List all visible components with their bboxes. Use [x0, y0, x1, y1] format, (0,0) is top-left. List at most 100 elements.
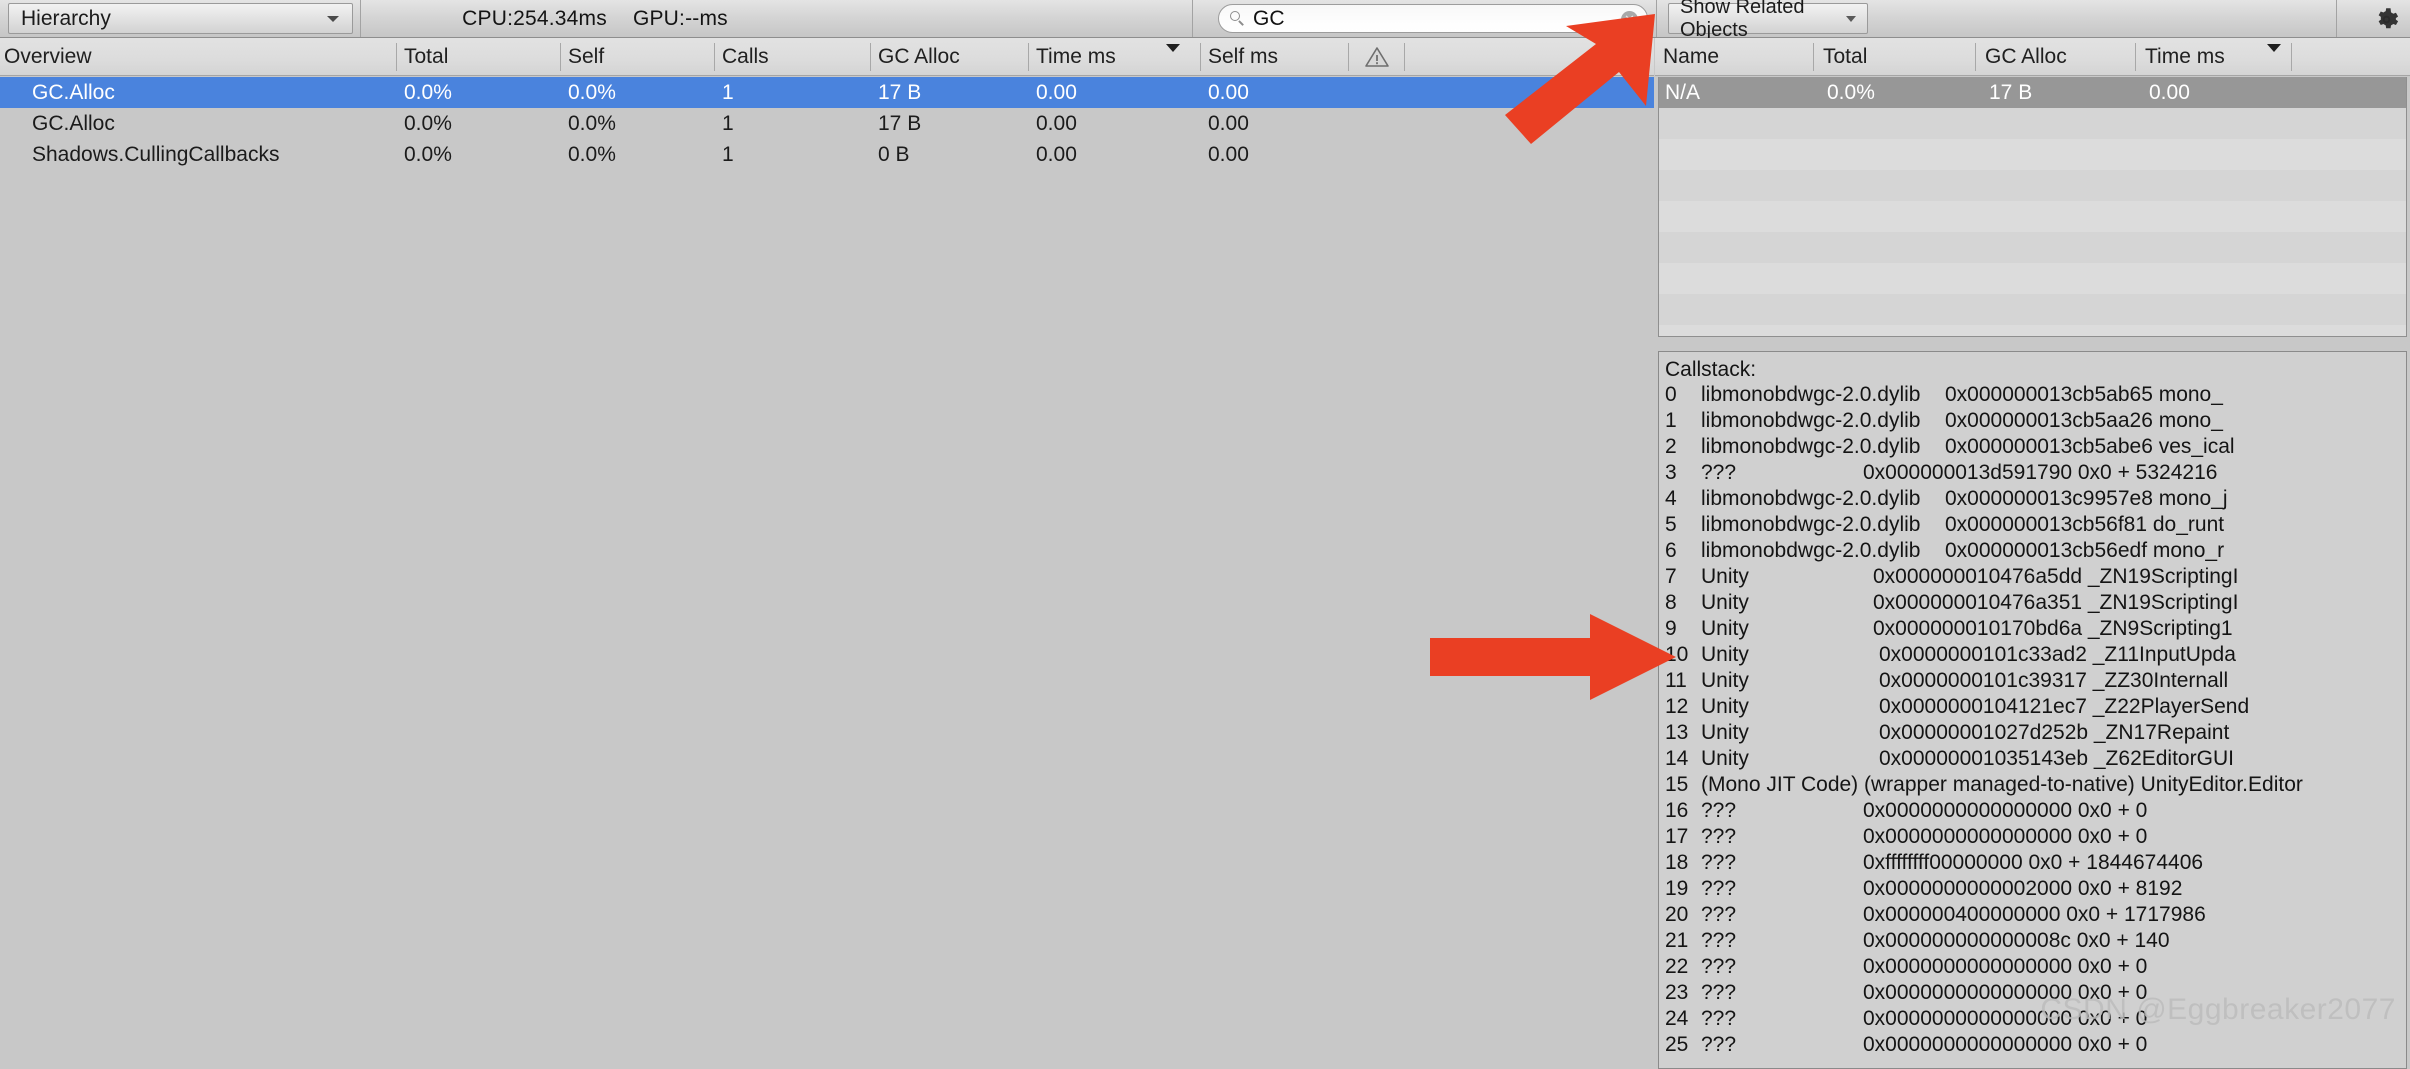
frame-index: 10 — [1665, 643, 1689, 666]
frame-index: 24 — [1665, 1007, 1689, 1030]
callstack-frame: 20??? 0x000000400000000 0x0 + 1717986 — [1665, 903, 2406, 929]
frame-address: 0x0000000000002000 0x0 + 8192 — [1863, 877, 2183, 900]
column-divider[interactable] — [714, 43, 715, 71]
frame-address: 0x0000000000000000 0x0 + 0 — [1863, 1033, 2148, 1056]
frame-index: 13 — [1665, 721, 1689, 744]
callstack-title: Callstack: — [1665, 358, 1757, 381]
column-header-gc-alloc[interactable]: GC Alloc — [1985, 45, 2067, 69]
sort-descending-icon[interactable] — [1166, 44, 1180, 52]
frame-index: 5 — [1665, 513, 1677, 536]
related-row-total: 0.0% — [1827, 81, 1875, 104]
watermark: CSDN @Eggbreaker2077 — [2040, 993, 2396, 1026]
frame-index: 22 — [1665, 955, 1689, 978]
frame-module: ??? — [1701, 1033, 1737, 1056]
callstack-frame: 19??? 0x0000000000002000 0x0 + 8192 — [1665, 877, 2406, 903]
column-divider[interactable] — [1348, 43, 1349, 71]
frame-index: 11 — [1665, 669, 1687, 692]
row-self: 0.0% — [568, 112, 616, 135]
frame-address: 0x000000010476a5dd _ZN19ScriptingI — [1873, 565, 2239, 588]
column-divider[interactable] — [396, 43, 397, 71]
frame-index: 9 — [1665, 617, 1677, 640]
frame-index: 0 — [1665, 383, 1677, 406]
gpu-time-label: GPU:--ms — [632, 6, 728, 30]
frame-module: ??? — [1701, 955, 1737, 978]
frame-module: libmonobdwgc-2.0.dylib — [1701, 513, 1921, 536]
column-header-calls[interactable]: Calls — [722, 45, 769, 69]
callstack-frame: 3??? 0x000000013d591790 0x0 + 5324216 — [1665, 461, 2406, 487]
table-row[interactable]: Shadows.CullingCallbacks 0.0% 0.0% 1 0 B… — [0, 139, 1654, 170]
hierarchy-rows: GC.Alloc 0.0% 0.0% 1 17 B 0.00 0.00 GC.A… — [0, 77, 1654, 170]
column-header-time-ms[interactable]: Time ms — [2145, 45, 2225, 69]
column-divider[interactable] — [1975, 43, 1976, 71]
column-divider[interactable] — [560, 43, 561, 71]
frame-index: 15 — [1665, 773, 1689, 796]
frame-address: 0x000000400000000 0x0 + 1717986 — [1863, 903, 2206, 926]
frame-module: ??? — [1701, 799, 1737, 822]
column-header-self-ms[interactable]: Self ms — [1208, 45, 1278, 69]
row-name: Shadows.CullingCallbacks — [32, 143, 280, 166]
frame-address: 0x000000013d591790 0x0 + 5324216 — [1863, 461, 2218, 484]
row-gc-alloc: 17 B — [878, 81, 922, 104]
row-self-ms: 0.00 — [1208, 112, 1249, 135]
column-header-time-ms[interactable]: Time ms — [1036, 45, 1116, 69]
frame-index: 16 — [1665, 799, 1689, 822]
column-divider[interactable] — [870, 43, 871, 71]
callstack-frame: 11 Unity 0x0000000101c39317 _ZZ30Internall — [1665, 669, 2406, 695]
frame-index: 4 — [1665, 487, 1677, 510]
callstack-frame: 4 libmonobdwgc-2.0.dylib 0x000000013c9957e… — [1665, 487, 2406, 513]
sort-descending-icon[interactable] — [2267, 44, 2281, 52]
frame-index: 18 — [1665, 851, 1689, 874]
gear-icon[interactable] — [2373, 6, 2400, 33]
callstack-frame: 7 Unity 0x000000010476a5dd _ZN19ScriptingI — [1665, 565, 2406, 591]
show-related-objects-dropdown[interactable]: Show Related Objects — [1668, 0, 1868, 41]
search-input[interactable]: GC — [1253, 7, 1285, 31]
frame-module: ??? — [1701, 903, 1737, 926]
row-self-ms: 0.00 — [1208, 143, 1249, 166]
column-divider[interactable] — [1813, 43, 1814, 71]
unity-profiler-window: CPU:254.34ms GPU:--ms Hierarchy GC ✕ Sho… — [0, 0, 2410, 1069]
frame-address: 0x000000000000008c 0x0 + 140 — [1863, 929, 2170, 952]
hierarchy-column-headers: Overview Total Self Calls GC Alloc Time … — [0, 38, 1654, 76]
related-objects-panel: Name Total GC Alloc Time ms N/A 0.0% 17 … — [1655, 38, 2410, 1069]
column-divider[interactable] — [2135, 43, 2136, 71]
callstack-frame: 2 libmonobdwgc-2.0.dylib 0x000000013cb5abe… — [1665, 435, 2406, 461]
table-row[interactable]: GC.Alloc 0.0% 0.0% 1 17 B 0.00 0.00 — [0, 77, 1654, 108]
warning-icon[interactable] — [1364, 46, 1390, 68]
table-row[interactable]: GC.Alloc 0.0% 0.0% 1 17 B 0.00 0.00 — [0, 108, 1654, 139]
callstack-frame: 1 libmonobdwgc-2.0.dylib 0x000000013cb5aa2… — [1665, 409, 2406, 435]
column-divider[interactable] — [1404, 43, 1405, 71]
frame-module: ??? — [1701, 877, 1737, 900]
row-gc-alloc: 0 B — [878, 143, 910, 166]
hierarchy-panel: Overview Total Self Calls GC Alloc Time … — [0, 38, 1654, 1033]
frame-index: 21 — [1665, 929, 1689, 952]
related-objects-list[interactable]: N/A 0.0% 17 B 0.00 — [1658, 77, 2407, 337]
frame-index: 23 — [1665, 981, 1689, 1004]
row-name: GC.Alloc — [32, 81, 115, 104]
frame-index: 12 — [1665, 695, 1689, 718]
column-header-name[interactable]: Name — [1663, 45, 1719, 69]
column-divider[interactable] — [2291, 43, 2292, 71]
column-header-self[interactable]: Self — [568, 45, 604, 69]
column-header-gc-alloc[interactable]: GC Alloc — [878, 45, 960, 69]
frame-index: 2 — [1665, 435, 1677, 458]
toolbar-divider-4 — [2336, 0, 2337, 37]
column-header-total[interactable]: Total — [1823, 45, 1867, 69]
callstack-panel[interactable]: Callstack: 0 libmonobdwgc-2.0.dylib 0x0000… — [1658, 351, 2407, 1069]
column-divider[interactable] — [1028, 43, 1029, 71]
toolbar-divider-1 — [360, 0, 361, 37]
frame-address: 0x000000013cb56f81 do_runt — [1945, 513, 2225, 536]
frame-address: 0x00000001027d252b _ZN17Repaint — [1879, 721, 2230, 744]
view-mode-dropdown[interactable]: Hierarchy — [8, 3, 353, 34]
frame-module: ??? — [1701, 929, 1737, 952]
list-item[interactable]: N/A 0.0% 17 B 0.00 — [1659, 77, 2406, 108]
related-column-headers: Name Total GC Alloc Time ms — [1655, 38, 2410, 76]
frame-index: 6 — [1665, 539, 1677, 562]
column-header-total[interactable]: Total — [404, 45, 448, 69]
column-header-overview[interactable]: Overview — [4, 45, 92, 69]
search-field[interactable]: GC ✕ — [1218, 4, 1648, 33]
search-icon — [1230, 10, 1246, 27]
clear-search-icon[interactable]: ✕ — [1621, 11, 1638, 28]
frame-address: 0x0000000000000000 0x0 + 0 — [1863, 799, 2148, 822]
row-total: 0.0% — [404, 112, 452, 135]
column-divider[interactable] — [1200, 43, 1201, 71]
